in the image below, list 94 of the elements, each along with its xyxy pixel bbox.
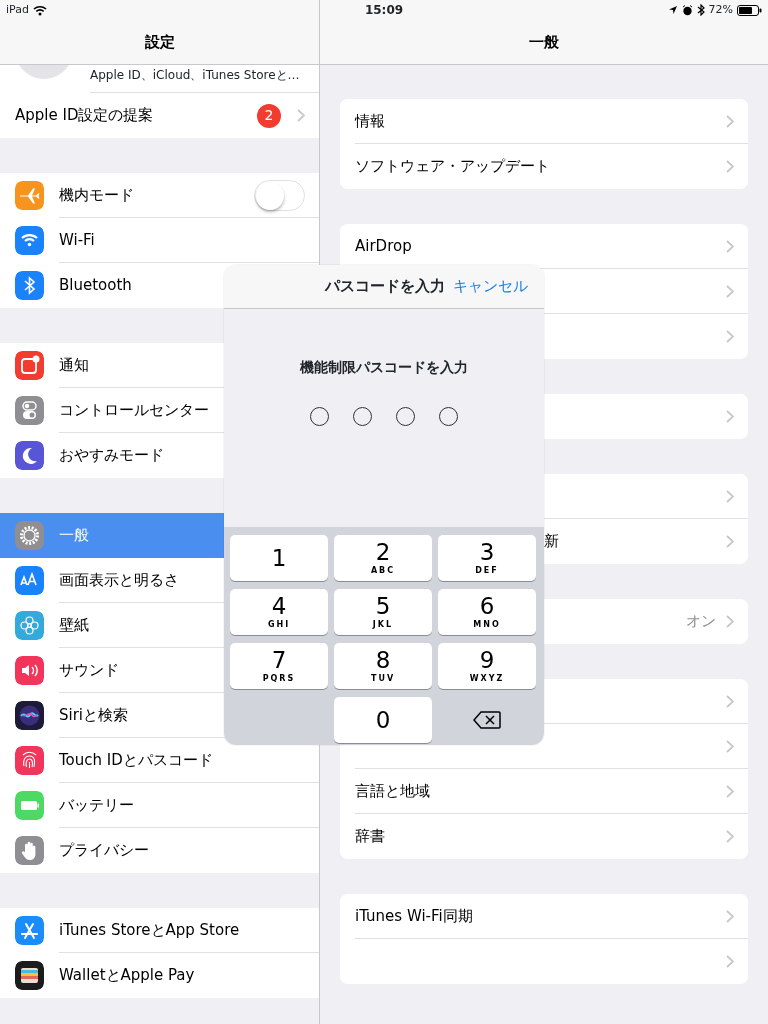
nav-title: 設定 bbox=[144, 31, 175, 53]
hand-icon bbox=[15, 836, 44, 865]
item-label: iTunes StoreとApp Store bbox=[59, 920, 240, 942]
item-label: 辞書 bbox=[355, 826, 385, 848]
modal-title: パスコードを入力 bbox=[325, 276, 445, 298]
item-label: AirDrop bbox=[355, 236, 412, 258]
keypad-key[interactable]: 2 ABC bbox=[334, 535, 432, 581]
chevron-icon bbox=[726, 535, 734, 548]
item-label: ソフトウェア・アップデート bbox=[355, 156, 550, 178]
item-label: おやすみモード bbox=[59, 445, 164, 467]
item-label: Apple ID設定の提案 bbox=[15, 105, 154, 127]
item-label: Bluetooth bbox=[59, 275, 132, 297]
location-icon bbox=[667, 5, 678, 15]
keypad-key[interactable]: 7 PQRS bbox=[230, 643, 328, 689]
battery-icon bbox=[737, 4, 762, 16]
text-size-icon bbox=[15, 566, 44, 595]
toggle-switch[interactable] bbox=[254, 180, 305, 211]
list-item[interactable]: Wi-Fi bbox=[0, 218, 319, 263]
fingerprint-icon bbox=[15, 746, 44, 775]
wifi-icon bbox=[15, 226, 44, 255]
speaker-icon bbox=[15, 656, 44, 685]
item-label: バッテリー bbox=[59, 795, 134, 817]
keypad-key[interactable]: 9 WXYZ bbox=[438, 643, 536, 689]
chevron-icon bbox=[726, 330, 734, 343]
item-label: 機内モード bbox=[59, 185, 134, 207]
list-item[interactable]: Apple ID設定の提案 2 bbox=[0, 93, 319, 138]
orb-icon bbox=[15, 701, 44, 730]
item-value: オン bbox=[686, 611, 716, 633]
wallet-icon bbox=[15, 961, 44, 990]
list-item[interactable]: バッテリー bbox=[0, 783, 319, 828]
chevron-icon bbox=[726, 240, 734, 253]
profile-subtitle: Apple ID、iCloud、iTunes Storeと… bbox=[90, 67, 300, 84]
keypad-key[interactable]: 0 bbox=[334, 697, 432, 743]
list-item[interactable]: プライバシー bbox=[0, 828, 319, 873]
chevron-icon bbox=[726, 615, 734, 628]
keypad-key[interactable]: 6 MNO bbox=[438, 589, 536, 635]
item-label: コントロールセンター bbox=[59, 400, 209, 422]
chevron-icon bbox=[726, 410, 734, 423]
clock-time: 15:09 bbox=[363, 2, 405, 19]
item-label: 壁紙 bbox=[59, 615, 89, 637]
list-item[interactable]: WalletとApple Pay bbox=[0, 953, 319, 998]
list-item[interactable]: 機内モード bbox=[0, 173, 319, 218]
chevron-icon bbox=[726, 830, 734, 843]
chevron-icon bbox=[726, 695, 734, 708]
chevron-icon bbox=[726, 955, 734, 968]
list-item[interactable]: 情報 bbox=[340, 99, 748, 144]
backspace-icon[interactable] bbox=[473, 711, 501, 729]
battery-percent: 72% bbox=[708, 1, 733, 18]
notification-badge: 2 bbox=[257, 103, 281, 128]
alarm-icon bbox=[681, 4, 693, 16]
item-label: Siriと検索 bbox=[59, 705, 129, 727]
item-label: WalletとApple Pay bbox=[59, 965, 195, 987]
bluetooth-icon bbox=[15, 271, 44, 300]
keypad-key[interactable]: 1 bbox=[230, 535, 328, 581]
flower-icon bbox=[15, 611, 44, 640]
chevron-icon bbox=[297, 109, 305, 122]
list-item[interactable]: iTunes Wi-Fi同期 bbox=[340, 894, 748, 939]
list-item[interactable]: Touch IDとパスコード bbox=[0, 738, 319, 783]
item-label: 通知 bbox=[59, 355, 89, 377]
list-item[interactable]: AirDrop bbox=[340, 224, 748, 269]
chevron-icon bbox=[726, 160, 734, 173]
keypad-key[interactable]: 3 DEF bbox=[438, 535, 536, 581]
moon-icon bbox=[15, 441, 44, 470]
chevron-icon bbox=[726, 740, 734, 753]
keypad-key[interactable]: 8 TUV bbox=[334, 643, 432, 689]
nav-title: 一般 bbox=[529, 31, 559, 53]
item-label: Touch IDとパスコード bbox=[59, 750, 213, 772]
keypad-key[interactable]: 5 JKL bbox=[334, 589, 432, 635]
chevron-icon bbox=[726, 490, 734, 503]
item-label: 情報 bbox=[355, 111, 385, 133]
wifi-icon bbox=[32, 4, 47, 16]
list-item[interactable]: iTunes StoreとApp Store bbox=[0, 908, 319, 953]
item-label: Wi-Fi bbox=[59, 230, 95, 252]
battery-icon bbox=[15, 791, 44, 820]
item-label: サウンド bbox=[59, 660, 119, 682]
chevron-icon bbox=[726, 285, 734, 298]
cancel-button[interactable]: キャンセル bbox=[453, 275, 528, 298]
app-store-icon bbox=[15, 916, 44, 945]
switches-icon bbox=[15, 396, 44, 425]
keypad-key[interactable]: 4 GHI bbox=[230, 589, 328, 635]
item-label: 一般 bbox=[59, 525, 89, 547]
gear-icon bbox=[15, 521, 44, 550]
airplane-icon bbox=[15, 181, 44, 210]
item-label: プライバシー bbox=[59, 840, 149, 862]
item-label: 言語と地域 bbox=[355, 781, 430, 803]
device-name: iPad bbox=[6, 1, 29, 18]
chevron-icon bbox=[726, 910, 734, 923]
item-label: iTunes Wi-Fi同期 bbox=[355, 906, 473, 928]
bluetooth-icon bbox=[696, 4, 705, 16]
chevron-icon bbox=[726, 785, 734, 798]
item-label: 画面表示と明るさ bbox=[59, 570, 179, 592]
item-label: 新 bbox=[544, 531, 559, 553]
notification-icon bbox=[15, 351, 44, 380]
chevron-icon bbox=[726, 115, 734, 128]
